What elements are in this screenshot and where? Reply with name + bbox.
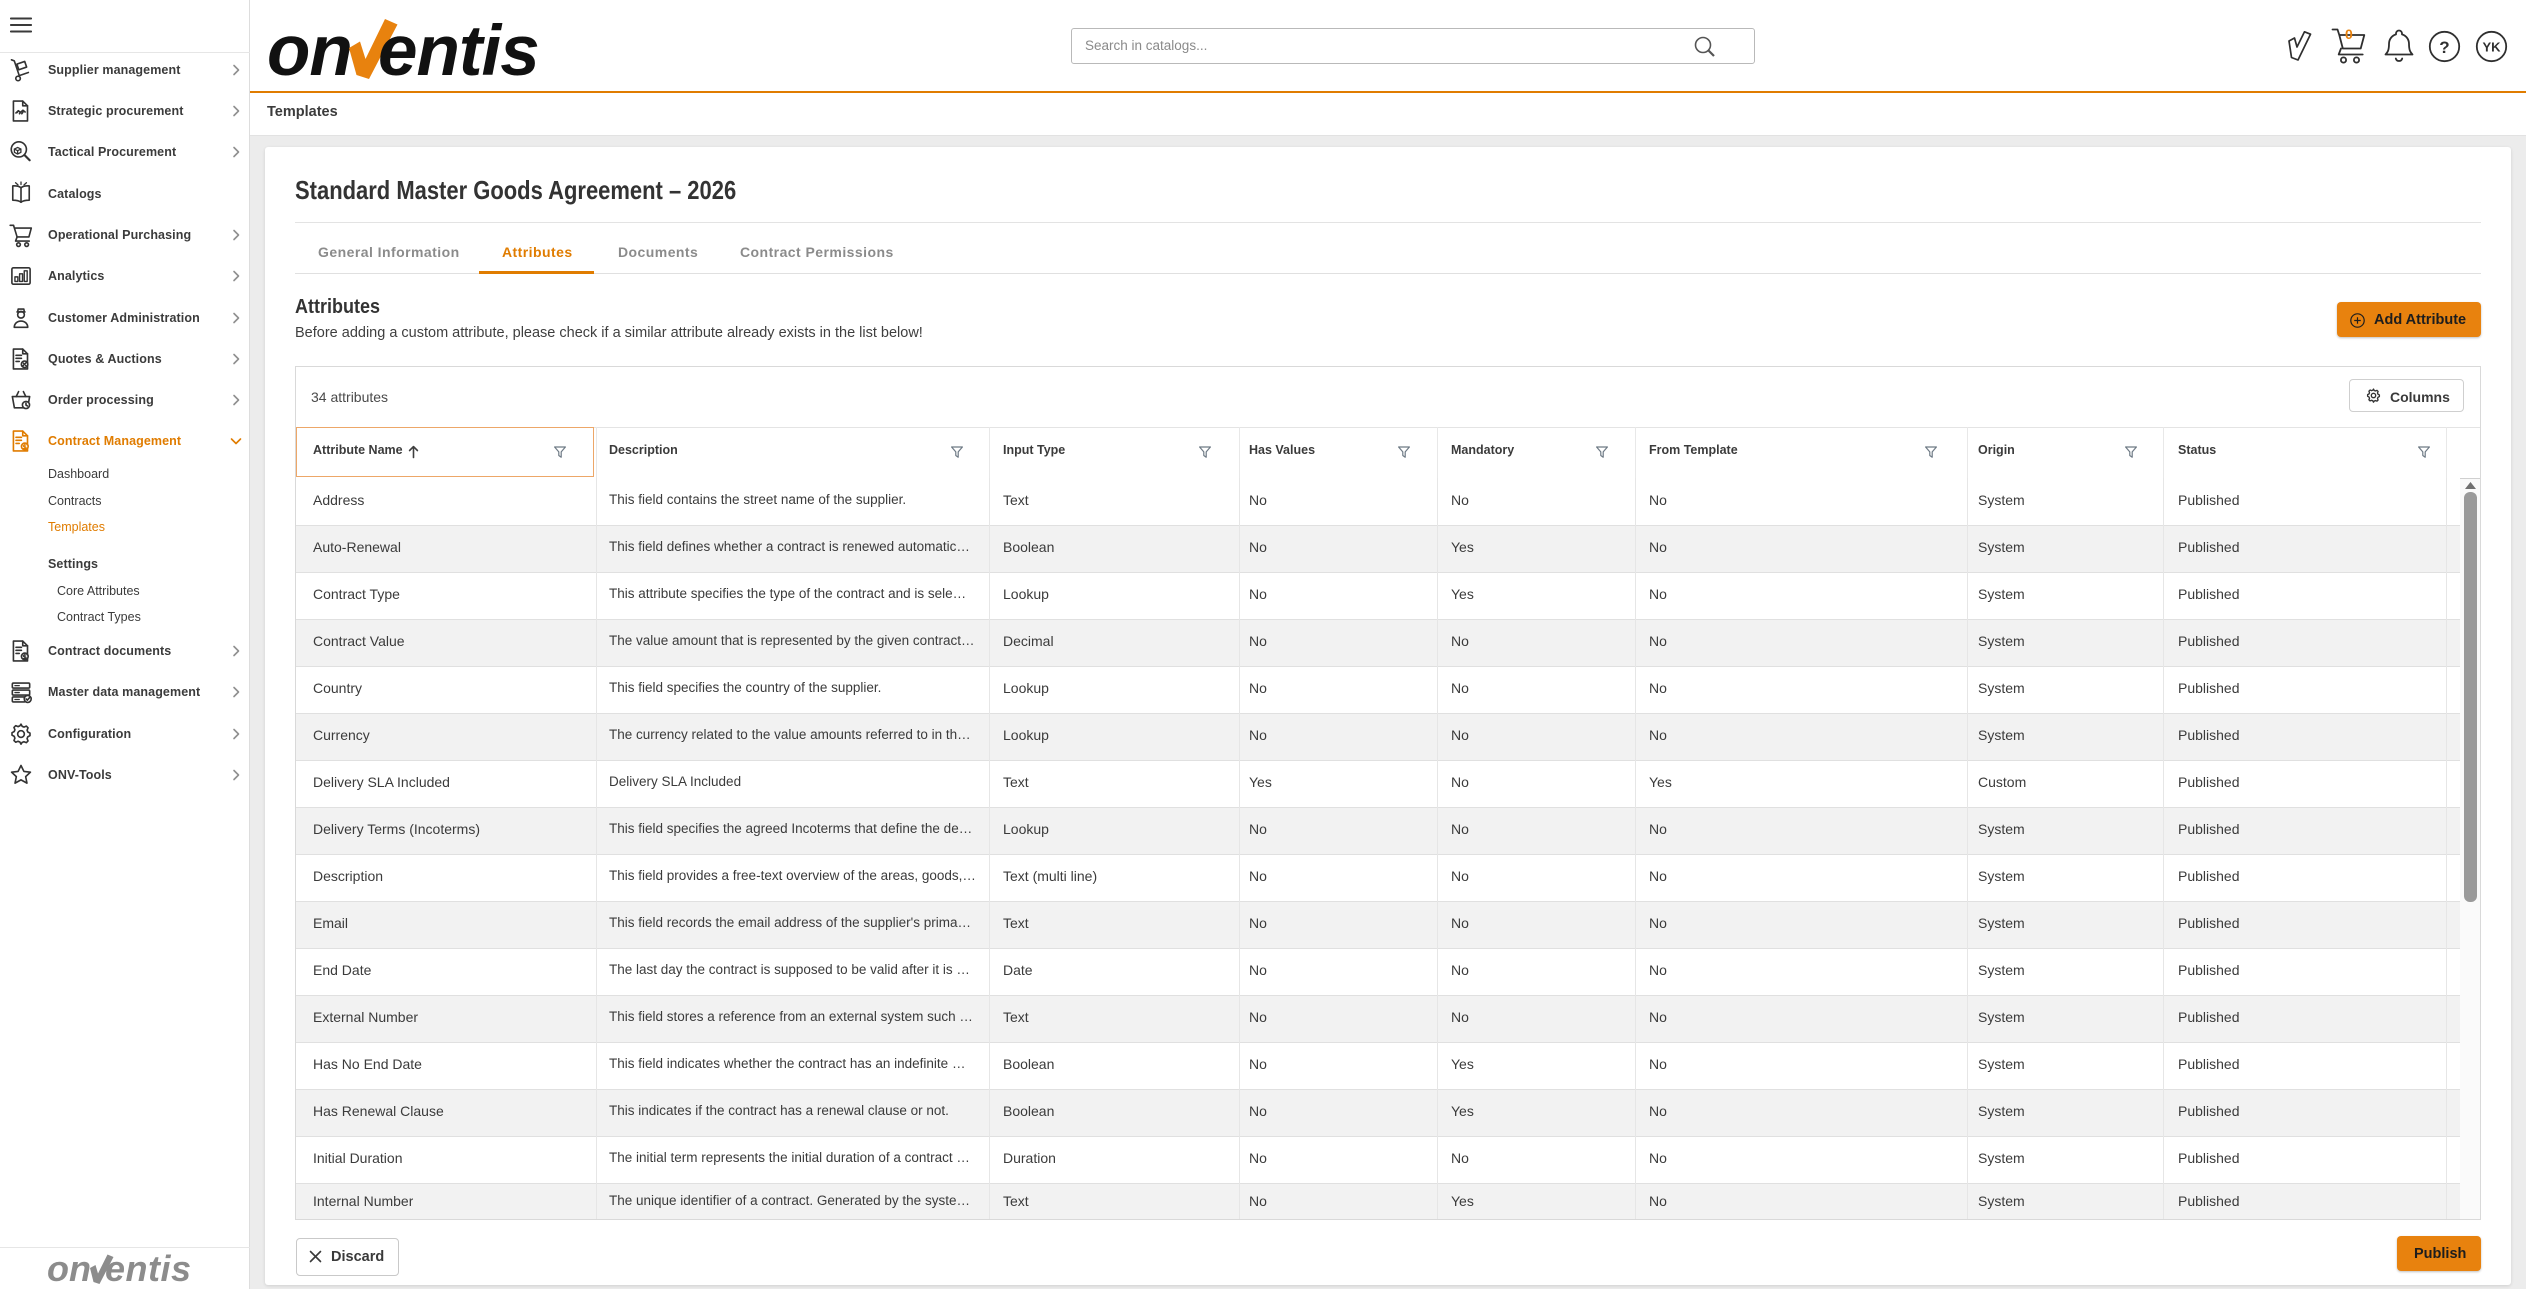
svg-text:on: on <box>267 12 352 86</box>
svg-text:on: on <box>47 1248 91 1288</box>
svg-text:?: ? <box>2439 38 2449 57</box>
svg-text:entis: entis <box>378 12 539 86</box>
svg-text:entis: entis <box>105 1248 192 1288</box>
svg-text:YK: YK <box>2482 40 2501 55</box>
